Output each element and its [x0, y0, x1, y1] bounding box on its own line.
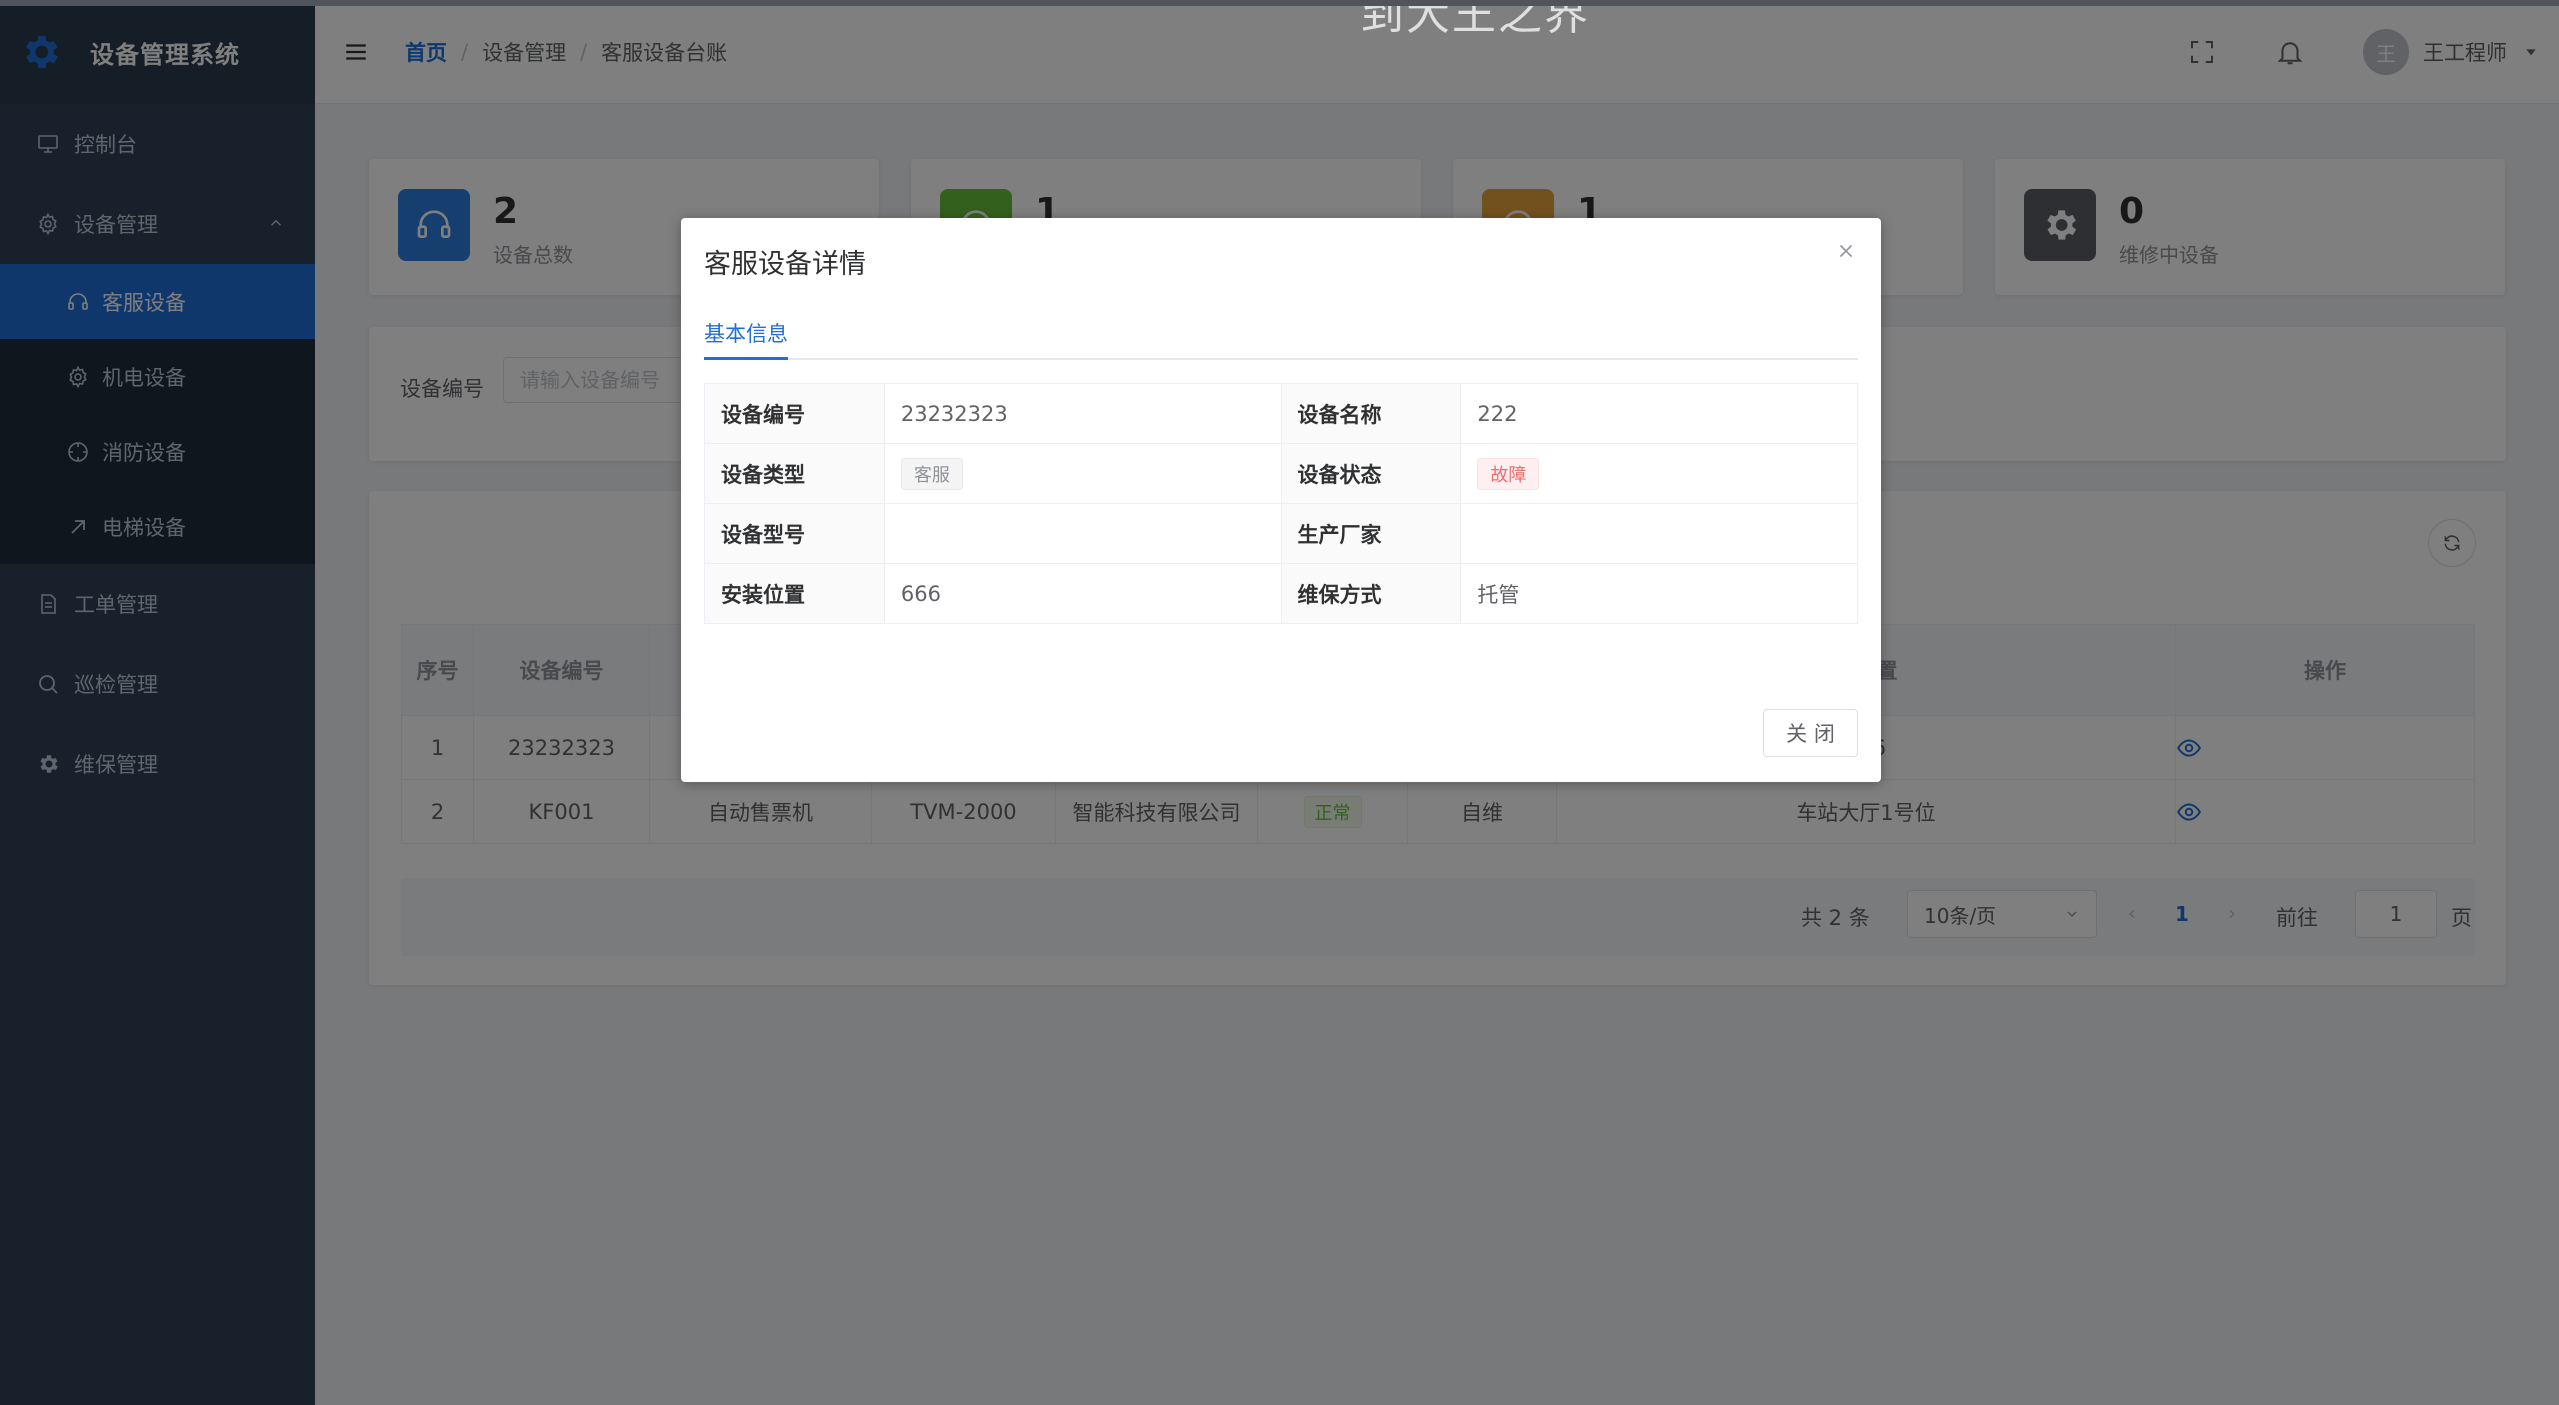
detail-value-status: 故障: [1460, 443, 1858, 504]
detail-value-name: 222: [1460, 383, 1858, 444]
close-icon[interactable]: [1835, 240, 1857, 262]
detail-label: 设备状态: [1280, 443, 1462, 504]
detail-label: 设备型号: [704, 503, 885, 564]
detail-label: 设备编号: [704, 383, 885, 444]
detail-label: 维保方式: [1280, 563, 1462, 624]
detail-value-maker: [1460, 503, 1858, 564]
detail-row: 安装位置 666 维保方式 托管: [704, 563, 1858, 624]
device-detail-dialog: 客服设备详情 基本信息 设备编号 23232323 设备名称 222 设备类型 …: [681, 218, 1881, 782]
detail-label: 设备名称: [1280, 383, 1462, 444]
detail-value-model: [883, 503, 1282, 564]
detail-value-code: 23232323: [883, 383, 1282, 444]
detail-label: 生产厂家: [1280, 503, 1462, 564]
dialog-tabs: 基本信息: [704, 314, 1858, 360]
detail-row: 设备类型 客服 设备状态 故障: [704, 443, 1858, 504]
detail-value-location: 666: [883, 563, 1282, 624]
detail-descriptions: 设备编号 23232323 设备名称 222 设备类型 客服 设备状态 故障 设…: [704, 383, 1858, 624]
detail-label: 设备类型: [704, 443, 885, 504]
detail-value-type: 客服: [883, 443, 1282, 504]
window-top-strip: [0, 0, 2559, 6]
detail-value-maintenance: 托管: [1460, 563, 1858, 624]
dialog-title: 客服设备详情: [704, 249, 866, 280]
status-badge: 故障: [1477, 457, 1540, 490]
watermark-text: 到大王之界: [1360, 0, 1590, 40]
detail-label: 安装位置: [704, 563, 885, 624]
type-badge: 客服: [900, 457, 963, 490]
tab-basic-info[interactable]: 基本信息: [704, 314, 788, 360]
detail-row: 设备编号 23232323 设备名称 222: [704, 383, 1858, 444]
close-button[interactable]: 关 闭: [1763, 709, 1858, 757]
detail-row: 设备型号 生产厂家: [704, 503, 1858, 564]
